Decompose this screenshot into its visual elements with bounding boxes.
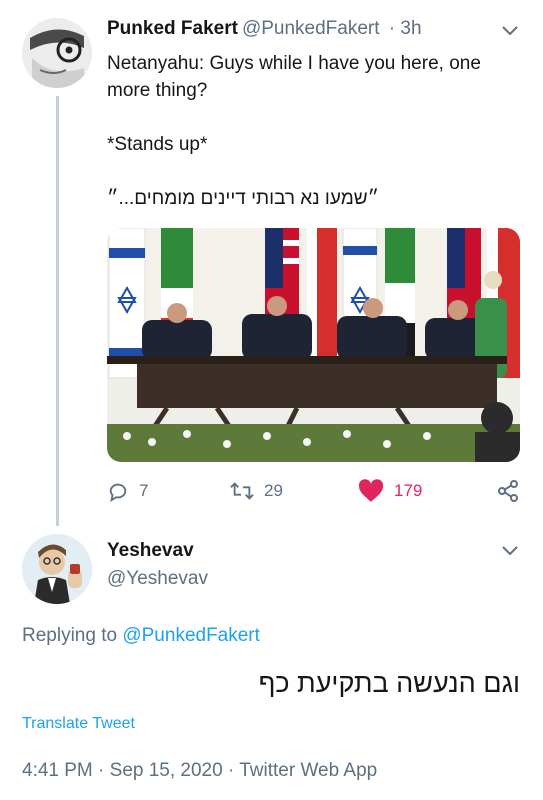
chevron-down-icon[interactable] [502,26,518,36]
translate-tweet-link[interactable]: Translate Tweet [22,715,135,733]
replying-to-label: Replying to [22,625,118,646]
reply-text: וגם הנעשה בתקיעת כף [258,668,520,698]
thread-line [56,96,59,526]
author-avatar[interactable] [22,18,92,88]
tweet-meta: 4:41 PM · Sep 15, 2020 · Twitter Web App [22,760,378,781]
reply-author-avatar[interactable] [22,534,92,604]
tweet-line-3: ״שמעו נא רבותי דיינים מומחים...״ [107,188,380,209]
heart-icon [358,479,384,502]
reply-author-handle[interactable]: @Yeshevav [107,568,208,590]
chevron-down-icon[interactable] [502,546,518,556]
author-handle[interactable]: @PunkedFakert [242,18,380,39]
tweet-line-1: Netanyahu: Guys while I have you here, o… [107,53,481,101]
reply-count: 7 [139,481,149,500]
tweet-header: Punked Fakert @PunkedFakert · 3h [107,18,422,40]
retweet-action[interactable]: 29 [230,476,283,506]
reply-icon [109,483,127,502]
tweet-photo[interactable] [107,228,520,462]
tweet-line-2: *Stands up* [107,134,208,155]
share-icon [498,480,518,502]
tweet-text: Netanyahu: Guys while I have you here, o… [107,50,517,212]
avatar-illustration [22,534,92,604]
reply-author-name[interactable]: Yeshevav [107,540,194,562]
retweet-count: 29 [264,481,283,500]
replying-to-line: Replying to @PunkedFakert [22,625,260,647]
signing-ceremony-photo [107,228,520,462]
retweet-icon [230,482,254,500]
avatar-illustration [22,18,92,88]
like-count: 179 [394,481,423,500]
tweet-time: · 3h [388,18,422,39]
reply-action[interactable]: 7 [107,476,148,506]
replying-to-mention[interactable]: @PunkedFakert [122,625,260,646]
like-action[interactable]: 179 [358,476,422,506]
share-action[interactable] [496,476,520,506]
author-name[interactable]: Punked Fakert [107,18,238,39]
